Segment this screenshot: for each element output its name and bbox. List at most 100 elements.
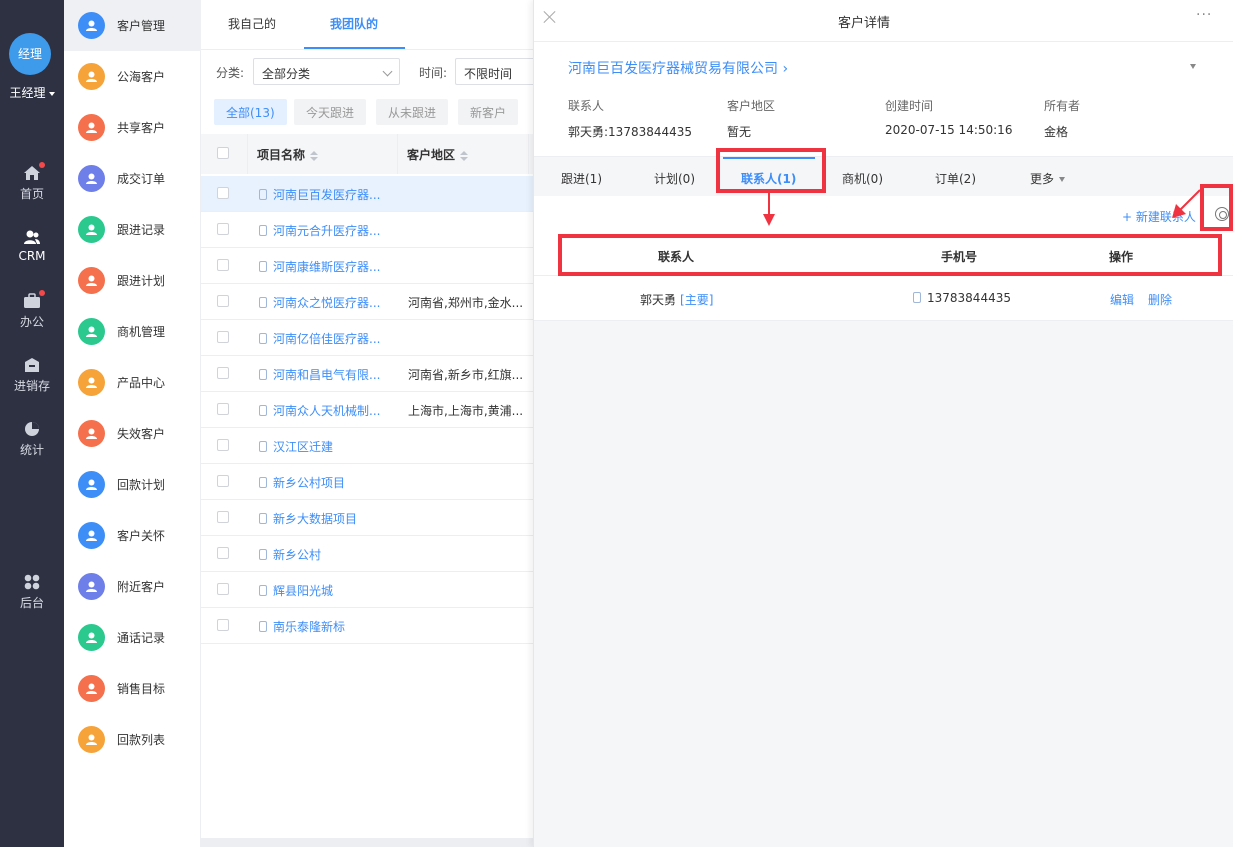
tab-plan[interactable]: 计划(0) (654, 170, 695, 187)
box-icon (78, 369, 105, 396)
table-row[interactable]: 河南巨百发医疗器... (201, 176, 533, 212)
submenu-item[interactable]: 回款列表 (64, 714, 201, 765)
row-checkbox[interactable] (217, 331, 229, 343)
submenu-item[interactable]: 回款计划 (64, 459, 201, 510)
row-project-name[interactable]: 新乡大数据项目 (259, 510, 357, 527)
row-checkbox[interactable] (217, 619, 229, 631)
plan-icon (78, 267, 105, 294)
submenu-item[interactable]: 产品中心 (64, 357, 201, 408)
row-checkbox[interactable] (217, 187, 229, 199)
table-row[interactable]: 新乡公村 (201, 536, 533, 572)
edit-contact-link[interactable]: 编辑 (1110, 291, 1134, 308)
rail-item-stats[interactable]: 统计 (0, 421, 64, 458)
row-project-name[interactable]: 河南巨百发医疗器... (259, 186, 380, 203)
table-row[interactable]: 新乡大数据项目 (201, 500, 533, 536)
time-select[interactable]: 不限时间 (455, 58, 545, 85)
active-tab-indicator (304, 47, 405, 49)
tab-mine[interactable]: 我自己的 (228, 15, 276, 32)
info-contact-label: 联系人 (568, 99, 605, 113)
annotation-box-gear (1200, 184, 1233, 231)
row-project-name[interactable]: 南乐泰隆新标 (259, 618, 345, 635)
tab-orders[interactable]: 订单(2) (935, 170, 976, 187)
tab-opportunity[interactable]: 商机(0) (842, 170, 883, 187)
annotation-arrow-diagonal (1172, 189, 1201, 218)
row-project-name[interactable]: 新乡公村 (259, 546, 321, 563)
filter-all-button[interactable]: 全部(13) (214, 99, 287, 125)
tab-team[interactable]: 我团队的 (330, 15, 378, 32)
table-row[interactable]: 新乡公村项目 (201, 464, 533, 500)
filter-new-button[interactable]: 新客户 (458, 99, 519, 125)
caret-down-icon[interactable] (1190, 64, 1196, 69)
column-area[interactable]: 客户地区 (407, 146, 469, 163)
row-checkbox[interactable] (217, 223, 229, 235)
row-checkbox[interactable] (217, 547, 229, 559)
tab-follow-up[interactable]: 跟进(1) (561, 170, 602, 187)
table-row[interactable]: 南乐泰隆新标 (201, 608, 533, 644)
submenu-item[interactable]: 商机管理 (64, 306, 201, 357)
select-all-checkbox[interactable] (217, 147, 229, 159)
submenu-item[interactable]: 成交订单 (64, 153, 201, 204)
submenu-item[interactable]: 通话记录 (64, 612, 201, 663)
chevron-down-icon (48, 91, 55, 96)
rail-item-home[interactable]: 首页 (0, 162, 64, 202)
submenu-item[interactable]: 客户管理 (64, 0, 201, 51)
tab-more[interactable]: 更多 (1030, 170, 1066, 187)
filter-never-button[interactable]: 从未跟进 (376, 99, 449, 125)
table-row[interactable]: 河南众之悦医疗器... 河南省,郑州市,金水... (201, 284, 533, 320)
submenu-item[interactable]: 客户关怀 (64, 510, 201, 561)
row-project-name[interactable]: 新乡公村项目 (259, 474, 345, 491)
rail-item-admin[interactable]: 后台 (0, 574, 64, 611)
avatar[interactable]: 经理 (9, 33, 51, 75)
company-link[interactable]: 河南巨百发医疗器械贸易有限公司 › (568, 58, 788, 78)
table-row[interactable]: 辉县阳光城 (201, 572, 533, 608)
table-row[interactable]: 河南康维斯医疗器... (201, 248, 533, 284)
share-icon (78, 114, 105, 141)
home-icon (23, 162, 45, 181)
row-project-name[interactable]: 河南元合升医疗器... (259, 222, 380, 239)
row-project-name[interactable]: 河南康维斯医疗器... (259, 258, 380, 275)
delete-contact-link[interactable]: 删除 (1148, 291, 1172, 308)
submenu-item[interactable]: 跟进记录 (64, 204, 201, 255)
submenu-item-label: 跟进记录 (117, 223, 166, 237)
submenu-item[interactable]: 附近客户 (64, 561, 201, 612)
more-icon[interactable]: ··· (1196, 7, 1212, 23)
crm-submenu: 客户管理 公海客户 共享客户 成交订单跟进记录跟进计划 商机管理 产品中心 失效客户 回款计划… (64, 0, 201, 847)
list-tabs: 我自己的 我团队的 (201, 0, 533, 50)
row-checkbox[interactable] (217, 295, 229, 307)
contact-row: 郭天勇 [主要] 13783844435 编辑 删除 (534, 276, 1233, 321)
category-select[interactable]: 全部分类 (253, 58, 400, 85)
row-checkbox[interactable] (217, 511, 229, 523)
table-row[interactable]: 河南众人天机械制... 上海市,上海市,黄浦... (201, 392, 533, 428)
rail-item-inventory[interactable]: 进销存 (0, 357, 64, 394)
table-row[interactable]: 河南亿倍佳医疗器... (201, 320, 533, 356)
rail-item-crm[interactable]: CRM (0, 229, 64, 263)
row-checkbox[interactable] (217, 475, 229, 487)
row-checkbox[interactable] (217, 403, 229, 415)
submenu-item[interactable]: 共享客户 (64, 102, 201, 153)
user-menu[interactable]: 王经理 (0, 84, 64, 101)
submenu-item[interactable]: 跟进计划 (64, 255, 201, 306)
row-checkbox[interactable] (217, 367, 229, 379)
phone-icon (259, 297, 267, 308)
row-project-name[interactable]: 汉江区迁建 (259, 438, 333, 455)
horizontal-scrollbar[interactable] (201, 838, 533, 847)
row-project-name[interactable]: 河南和昌电气有限... (259, 366, 380, 383)
row-checkbox[interactable] (217, 259, 229, 271)
table-row[interactable]: 汉江区迁建 (201, 428, 533, 464)
column-project-name[interactable]: 项目名称 (257, 146, 319, 163)
row-project-name[interactable]: 河南亿倍佳医疗器... (259, 330, 380, 347)
table-row[interactable]: 河南和昌电气有限... 河南省,新乡市,红旗... (201, 356, 533, 392)
submenu-item[interactable]: 公海客户 (64, 51, 201, 102)
annotation-box-contacts-header (558, 234, 1222, 276)
row-project-name[interactable]: 辉县阳光城 (259, 582, 333, 599)
row-project-name[interactable]: 河南众人天机械制... (259, 402, 380, 419)
table-row[interactable]: 河南元合升医疗器... (201, 212, 533, 248)
filter-today-button[interactable]: 今天跟进 (294, 99, 367, 125)
row-checkbox[interactable] (217, 583, 229, 595)
row-checkbox[interactable] (217, 439, 229, 451)
submenu-item[interactable]: 失效客户 (64, 408, 201, 459)
rail-item-office[interactable]: 办公 (0, 290, 64, 330)
contact-phone: 13783844435 (913, 291, 1011, 305)
row-project-name[interactable]: 河南众之悦医疗器... (259, 294, 380, 311)
submenu-item[interactable]: 销售目标 (64, 663, 201, 714)
